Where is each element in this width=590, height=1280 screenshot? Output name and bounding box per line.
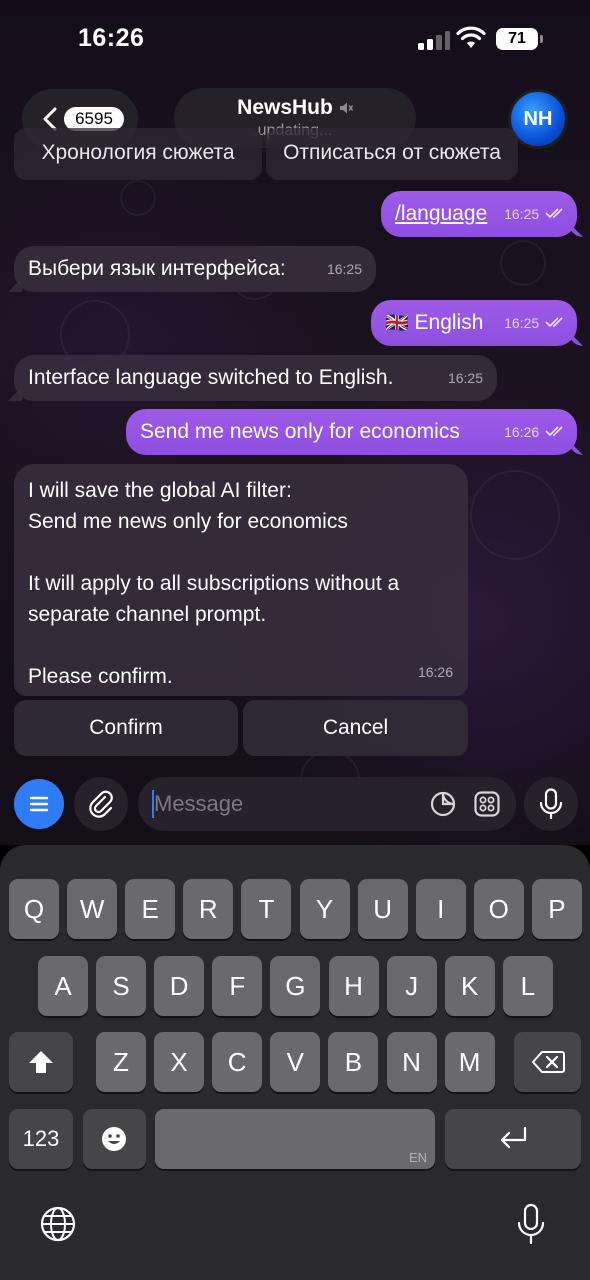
return-key[interactable]: [445, 1109, 581, 1169]
emoji-key[interactable]: [83, 1109, 146, 1169]
message-text: Выбери язык интерфейса:: [28, 257, 286, 280]
message-time: 16:26: [504, 424, 540, 440]
message-time: 16:25: [504, 315, 540, 331]
message-composer: Message: [0, 775, 590, 835]
message-outgoing: Send me news only for economics 16:26: [126, 409, 577, 455]
key-i[interactable]: I: [415, 879, 466, 939]
key-t[interactable]: T: [241, 879, 292, 939]
message-time: 16:25: [326, 261, 362, 277]
message-time: 16:25: [504, 206, 540, 222]
message-incoming: Interface language switched to English. …: [14, 355, 497, 401]
key-k[interactable]: K: [444, 956, 495, 1016]
attach-button[interactable]: [74, 777, 128, 831]
voice-message-button[interactable]: [524, 777, 578, 831]
message-outgoing[interactable]: /language 16:25: [381, 191, 577, 237]
read-check-icon: [545, 208, 563, 219]
wifi-icon: [456, 26, 486, 48]
emoji-grid-icon[interactable]: [474, 791, 500, 817]
key-x[interactable]: X: [154, 1032, 205, 1092]
key-p[interactable]: P: [531, 879, 582, 939]
message-line: I will save the global AI filter:: [28, 479, 292, 502]
status-bar: 16:26 71: [0, 0, 590, 80]
read-check-icon: [545, 426, 563, 437]
message-line: separate channel prompt.: [28, 603, 267, 626]
emoji-face-icon: [102, 1127, 126, 1151]
confirm-button[interactable]: Confirm: [14, 700, 238, 756]
space-key[interactable]: EN: [155, 1109, 435, 1169]
key-v[interactable]: V: [270, 1032, 321, 1092]
key-s[interactable]: S: [96, 956, 147, 1016]
key-u[interactable]: U: [357, 879, 408, 939]
message-text: Interface language switched to English.: [28, 366, 394, 389]
menu-icon: [29, 796, 49, 812]
cancel-button[interactable]: Cancel: [243, 700, 468, 756]
shift-arrow-icon: [29, 1051, 53, 1073]
message-input[interactable]: Message: [138, 777, 516, 831]
key-e[interactable]: E: [125, 879, 176, 939]
unsubscribe-story-button[interactable]: Отписаться от сюжета: [266, 128, 518, 180]
message-line-empty: [28, 537, 468, 568]
message-incoming-confirmation: I will save the global AI filter: Send m…: [14, 464, 468, 696]
battery-level: 71: [496, 28, 543, 50]
message-incoming: Выбери язык интерфейса: 16:25: [14, 246, 376, 292]
key-c[interactable]: C: [212, 1032, 263, 1092]
backspace-key[interactable]: [514, 1032, 581, 1092]
key-q[interactable]: Q: [9, 879, 59, 939]
muted-speaker-icon: [339, 102, 353, 114]
key-j[interactable]: J: [386, 956, 437, 1016]
return-arrow-icon: [500, 1126, 527, 1149]
message-outgoing: 🇬🇧 English 16:25: [371, 300, 577, 346]
story-timeline-button[interactable]: Хронология сюжета: [14, 128, 262, 180]
backspace-icon: [532, 1051, 565, 1073]
key-h[interactable]: H: [328, 956, 379, 1016]
flag-icon: 🇬🇧: [385, 313, 409, 334]
message-text: English: [414, 311, 484, 334]
command-link[interactable]: /language: [395, 202, 487, 225]
message-time: 16:26: [417, 664, 453, 680]
key-d[interactable]: D: [154, 956, 205, 1016]
key-a[interactable]: A: [38, 956, 88, 1016]
key-z[interactable]: Z: [96, 1032, 146, 1092]
key-r[interactable]: R: [183, 879, 234, 939]
dictation-microphone-icon[interactable]: [516, 1203, 546, 1245]
key-g[interactable]: G: [270, 956, 321, 1016]
key-n[interactable]: N: [386, 1032, 437, 1092]
shift-key[interactable]: [9, 1032, 73, 1092]
message-placeholder: Message: [154, 791, 244, 816]
story-actions-bar: Хронология сюжета Отписаться от сюжета: [14, 128, 518, 180]
status-time: 16:26: [78, 24, 145, 52]
key-y[interactable]: Y: [299, 879, 350, 939]
message-line: Please confirm.: [28, 665, 173, 688]
cellular-signal-icon: [418, 30, 450, 50]
sticker-icon[interactable]: [430, 791, 456, 817]
message-line: It will apply to all subscriptions witho…: [28, 572, 400, 595]
space-language-label: EN: [408, 1150, 427, 1165]
chat-title: NewsHub: [174, 96, 416, 120]
message-time: 16:25: [447, 370, 483, 386]
paperclip-icon: [89, 790, 113, 818]
bot-menu-button[interactable]: [14, 779, 64, 829]
message-line-empty: [28, 630, 468, 661]
microphone-icon: [539, 788, 563, 820]
key-f[interactable]: F: [212, 956, 263, 1016]
message-text: Send me news only for economics: [140, 420, 460, 443]
key-o[interactable]: O: [473, 879, 524, 939]
globe-icon[interactable]: [39, 1205, 77, 1243]
on-screen-keyboard: QWERTYUIOP ASDFGHJKL ZXCVBNM 123 EN: [0, 845, 590, 1280]
key-m[interactable]: M: [444, 1032, 495, 1092]
key-b[interactable]: B: [328, 1032, 379, 1092]
message-line: Send me news only for economics: [28, 510, 348, 533]
read-check-icon: [545, 317, 563, 328]
chat-title-text: NewsHub: [237, 96, 333, 119]
key-w[interactable]: W: [67, 879, 118, 939]
numbers-key[interactable]: 123: [9, 1109, 73, 1169]
key-l[interactable]: L: [502, 956, 553, 1016]
